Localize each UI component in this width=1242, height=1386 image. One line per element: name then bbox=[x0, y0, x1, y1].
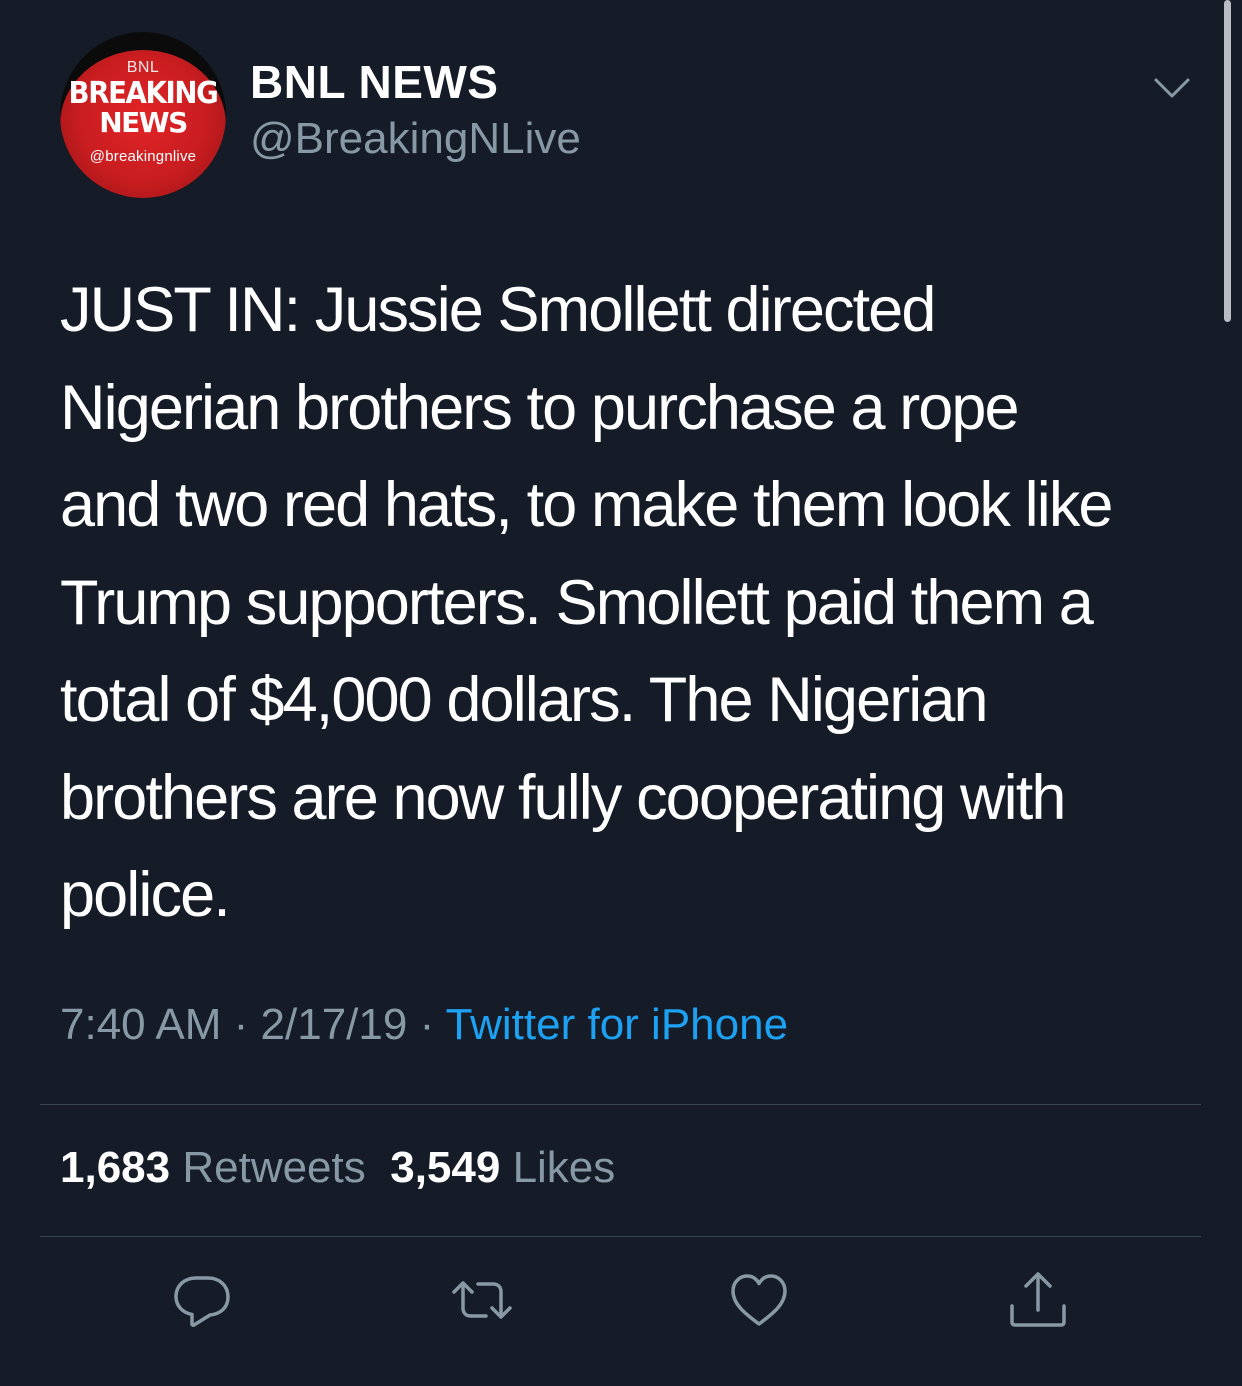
heart-icon bbox=[731, 1274, 787, 1326]
divider bbox=[40, 1104, 1201, 1105]
divider bbox=[40, 1236, 1201, 1237]
scrollbar[interactable] bbox=[1224, 0, 1231, 322]
tweet-date: 2/17/19 bbox=[260, 1000, 408, 1049]
tweet-meta: 7:40 AM · 2/17/19 · Twitter for iPhone bbox=[60, 1000, 788, 1050]
tweet-text-line: brothers are now fully cooperating with bbox=[60, 762, 1066, 833]
retweet-icon bbox=[452, 1281, 512, 1319]
chevron-down-icon[interactable] bbox=[1152, 70, 1192, 106]
share-icon bbox=[1010, 1272, 1066, 1327]
meta-separator: · bbox=[221, 1000, 261, 1049]
tweet-text-line: and two red hats, to make them look like bbox=[60, 470, 1113, 540]
retweet-button[interactable] bbox=[450, 1268, 514, 1332]
tweet-source-link[interactable]: Twitter for iPhone bbox=[446, 1000, 788, 1049]
likes-label: Likes bbox=[512, 1143, 616, 1192]
tweet-stats: 1,683 Retweets 3,549 Likes bbox=[60, 1143, 615, 1193]
tweet-text-line: total of $4,000 dollars. The Nigerian bbox=[60, 665, 989, 735]
meta-separator: · bbox=[407, 1000, 446, 1049]
share-button[interactable] bbox=[1006, 1268, 1070, 1332]
retweets-stat[interactable]: 1,683 Retweets bbox=[60, 1143, 366, 1192]
tweet-text-line: Trump supporters. Smollett paid them a bbox=[60, 567, 1094, 638]
display-name[interactable]: BNL NEWS bbox=[250, 55, 499, 109]
tweet-time: 7:40 AM bbox=[60, 1000, 222, 1049]
reply-button[interactable] bbox=[170, 1268, 234, 1332]
like-button[interactable] bbox=[727, 1268, 791, 1332]
avatar-logo-news: NEWS bbox=[99, 106, 188, 139]
retweets-count: 1,683 bbox=[60, 1143, 171, 1192]
reply-icon bbox=[174, 1276, 230, 1327]
tweet-text-line: Nigerian brothers to purchase a rope bbox=[60, 372, 1020, 443]
tweet-detail: BNL BREAKING NEWS @breakingnlive BNL NEW… bbox=[0, 0, 1242, 1386]
screen-name[interactable]: @BreakingNLive bbox=[250, 114, 581, 164]
likes-count: 3,549 bbox=[390, 1143, 501, 1192]
likes-stat[interactable]: 3,549 Likes bbox=[390, 1143, 615, 1192]
retweets-label: Retweets bbox=[182, 1143, 366, 1192]
avatar[interactable]: BNL BREAKING NEWS @breakingnlive bbox=[60, 32, 226, 198]
tweet-text-line: JUST IN: Jussie Smollett directed bbox=[60, 275, 936, 345]
avatar-logo-top-text: BNL bbox=[126, 59, 160, 76]
tweet-text: JUST IN: Jussie Smollett directed Nigeri… bbox=[60, 262, 1210, 945]
tweet-text-line: police. bbox=[60, 860, 231, 930]
avatar-logo-handle: @breakingnlive bbox=[89, 148, 197, 165]
